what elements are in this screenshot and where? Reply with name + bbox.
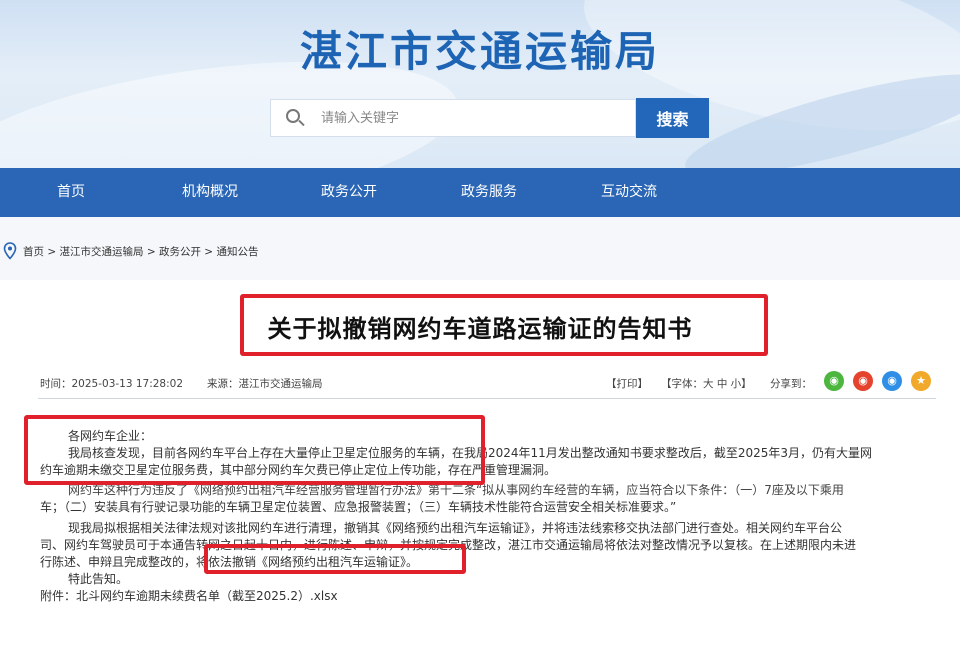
search-box <box>270 99 636 137</box>
breadcrumb: 首页 > 湛江市交通运输局 > 政务公开 > 通知公告 <box>23 244 258 259</box>
wechat-icon[interactable]: ◉ <box>824 371 844 391</box>
meta-divider <box>38 398 936 399</box>
content-highlight-box <box>24 415 485 485</box>
article-title: 关于拟撤销网约车道路运输证的告知书 <box>267 315 693 343</box>
nav-item-home[interactable]: 首页 <box>57 168 85 217</box>
search-icon <box>271 99 311 137</box>
breadcrumb-gov-info[interactable]: 政务公开 <box>159 246 201 258</box>
favorite-icon[interactable]: ★ <box>911 371 931 391</box>
breadcrumb-notices[interactable]: 通知公告 <box>216 246 258 258</box>
location-pin-icon <box>3 242 17 260</box>
paragraph-line: 现我局拟根据相关法律法规对该批网约车进行清理，撤销其《网络预约出租汽车运输证》，… <box>68 521 843 535</box>
breadcrumb-home[interactable]: 首页 <box>23 246 44 258</box>
revocation-highlight-box <box>204 544 466 574</box>
header-banner: 湛江市交通运输局 <box>0 0 960 168</box>
font-size-control[interactable]: 【字体：大 中 小】 <box>661 376 752 391</box>
search-input[interactable] <box>311 100 635 136</box>
print-link[interactable]: 【打印】 <box>606 376 648 391</box>
nav-item-gov-info[interactable]: 政务公开 <box>321 168 377 217</box>
closing-line: 特此告知。 <box>68 572 129 586</box>
nav-item-about[interactable]: 机构概况 <box>182 168 238 217</box>
site-title: 湛江市交通运输局 <box>299 27 660 76</box>
nav-item-interaction[interactable]: 互动交流 <box>601 168 657 217</box>
breadcrumb-bureau[interactable]: 湛江市交通运输局 <box>59 246 143 258</box>
nav-item-gov-services[interactable]: 政务服务 <box>461 168 517 217</box>
publish-time: 时间：2025-03-13 17:28:02 <box>40 378 184 390</box>
article-source: 来源：湛江市交通运输局 <box>207 378 323 390</box>
weibo-icon[interactable]: ◉ <box>853 371 873 391</box>
attachment-link[interactable]: 附件：北斗网约车逾期未续费名单（截至2025.2）.xlsx <box>40 588 338 605</box>
qq-icon[interactable]: ◉ <box>882 371 902 391</box>
breadcrumb-separator: > <box>44 246 60 258</box>
breadcrumb-separator: > <box>200 246 217 258</box>
share-label: 分享到： <box>770 378 812 390</box>
breadcrumb-separator: > <box>143 246 159 258</box>
paragraph-line: 车；（二）安装具有行驶记录功能的车辆卫星定位装置、应急报警装置；（三）车辆技术性… <box>40 500 677 514</box>
main-nav: 首页 机构概况 政务公开 政务服务 互动交流 <box>0 168 960 217</box>
search-button[interactable]: 搜索 <box>636 98 709 138</box>
